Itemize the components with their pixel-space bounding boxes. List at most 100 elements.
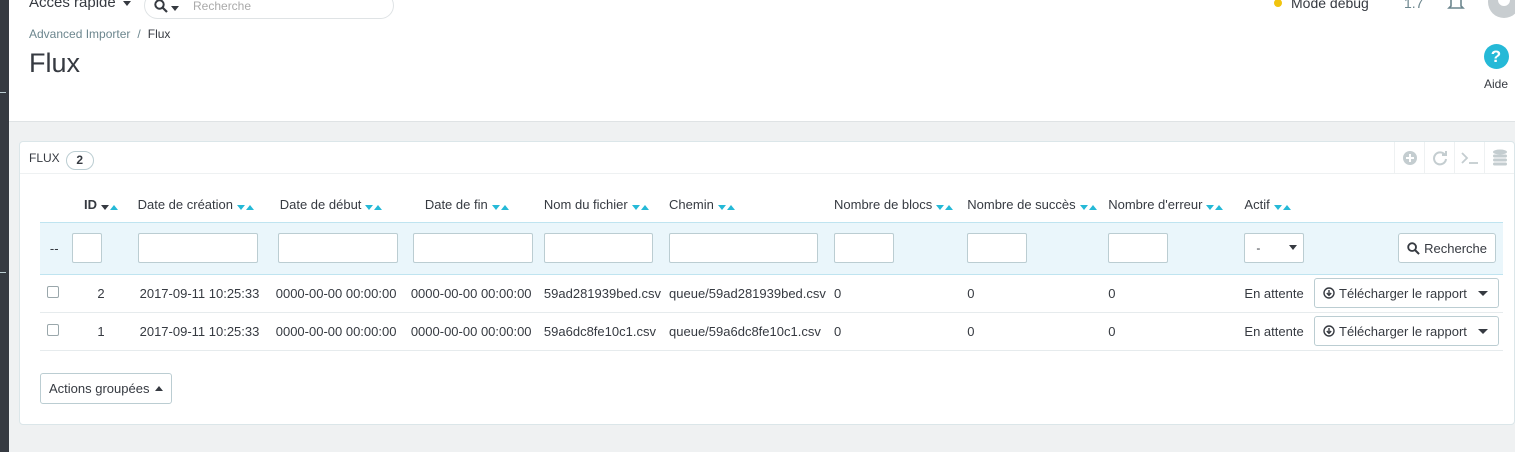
column-header-nom-fichier[interactable]: Nom du fichier [540,189,665,222]
caret-down-icon[interactable] [1478,329,1488,334]
sort-controls[interactable] [364,198,383,213]
column-header-nombre-succes[interactable]: Nombre de succès [963,189,1104,222]
sort-desc-icon[interactable] [237,205,246,211]
add-icon [1402,151,1417,165]
sort-controls[interactable] [631,198,649,213]
filter-id-input[interactable] [72,233,103,263]
bulk-actions-button[interactable]: Actions groupées [40,373,173,404]
filter-nombre-blocs-input[interactable] [834,233,894,263]
sidebar-tick [0,272,6,273]
sort-controls[interactable] [1205,198,1224,213]
column-header-nombre-blocs[interactable]: Nombre de blocs [830,189,963,222]
download-icon [1323,325,1335,337]
row-checkbox[interactable] [47,285,59,298]
sort-controls[interactable] [1079,198,1097,213]
sort-desc-icon[interactable] [1206,205,1215,211]
sort-desc-icon[interactable] [717,205,726,211]
caret-down-icon[interactable] [171,6,179,11]
sort-asc-icon[interactable] [945,205,954,211]
actions-header [1310,189,1503,222]
table-row: 1 2017-09-11 10:25:33 0000-00-00 00:00:0… [40,312,1503,351]
column-header-label: Date de création [137,197,234,213]
debug-mode-label: Mode debug [1291,0,1369,11]
breadcrumb: Advanced Importer / Flux [29,27,170,41]
column-header-date-creation[interactable]: Date de création [134,189,270,222]
sort-controls[interactable] [100,198,118,213]
table-row: 2 2017-09-11 10:25:33 0000-00-00 00:00:0… [40,274,1503,313]
filter-date-debut-input[interactable] [277,233,398,263]
filter-nombre-erreur-input[interactable] [1108,233,1169,263]
sort-controls[interactable] [491,198,509,213]
cell-start: 0000-00-00 00:00:00 [269,274,405,313]
sort-asc-icon[interactable] [726,205,735,211]
sort-desc-icon[interactable] [1273,205,1282,211]
cell-created: 2017-09-11 10:25:33 [133,274,270,313]
quick-access-menu[interactable]: Accès rapide [29,0,131,11]
sort-controls[interactable] [1273,198,1291,213]
add-new-button[interactable] [1394,142,1424,174]
sort-asc-icon[interactable] [110,205,118,211]
bell-icon[interactable] [1447,0,1465,12]
sort-desc-icon[interactable] [1079,205,1088,211]
caret-down-icon [1289,245,1298,250]
sidebar-tick [0,92,6,93]
sort-controls[interactable] [935,198,954,213]
export-button[interactable] [1484,142,1514,174]
filter-date-fin-input[interactable] [412,233,533,263]
help-button[interactable]: ? Aide [1477,44,1515,91]
caret-down-icon[interactable] [1478,291,1488,296]
sort-asc-icon[interactable] [500,205,509,211]
sort-desc-icon[interactable] [631,205,640,211]
top-bar: Accès rapide Mode debug 1.7 [9,0,1515,20]
filter-nom-fichier-input[interactable] [543,233,653,263]
sort-desc-icon[interactable] [365,205,374,211]
avatar[interactable] [1488,0,1515,18]
filter-actif-select[interactable]: - [1244,233,1305,263]
column-header-actif[interactable]: Actif [1240,189,1310,222]
filter-chemin-input[interactable] [669,233,819,263]
sort-controls[interactable] [717,198,735,213]
cell-id: 2 [68,274,134,313]
filter-date-creation-input[interactable] [137,233,258,263]
panel-title: FLUX 2 [29,151,94,170]
column-header-id[interactable]: ID [68,189,133,222]
header-search[interactable] [144,0,394,19]
download-report-label: Télécharger le rapport [1339,323,1467,339]
quick-access-label: Accès rapide [29,0,116,11]
breadcrumb-separator: / [137,27,141,41]
filter-search-label: Recherche [1424,240,1487,256]
column-header-date-fin[interactable]: Date de fin [405,189,540,222]
sort-asc-icon[interactable] [246,205,255,211]
sort-desc-icon[interactable] [101,205,109,211]
sort-asc-icon[interactable] [1282,205,1291,211]
search-icon [1407,241,1420,255]
flux-panel: FLUX 2 ID Date de création Date de début… [19,141,1515,425]
header-search-input[interactable] [193,0,383,15]
sort-desc-icon[interactable] [491,205,500,211]
breadcrumb-parent[interactable]: Advanced Importer [29,27,130,41]
column-header-label: Nombre de succès [967,197,1076,213]
sort-asc-icon[interactable] [1088,205,1097,211]
filter-row: -- - Recherche [40,221,1503,275]
sql-query-button[interactable] [1454,142,1484,174]
sort-asc-icon[interactable] [640,205,649,211]
column-header-date-debut[interactable]: Date de début [270,189,405,222]
sort-asc-icon[interactable] [374,205,383,211]
cell-path: queue/59a6dc8fe10c1.csv [665,312,830,351]
sort-desc-icon[interactable] [936,205,945,211]
refresh-button[interactable] [1424,142,1454,174]
search-icon[interactable] [154,0,168,13]
column-header-chemin[interactable]: Chemin [665,189,830,222]
sort-asc-icon[interactable] [1215,205,1224,211]
column-header-label: Nom du fichier [543,197,628,213]
column-header-nombre-erreur[interactable]: Nombre d'erreur [1104,189,1240,222]
filter-nombre-succes-input[interactable] [967,233,1028,263]
download-report-button[interactable]: Télécharger le rapport [1314,316,1499,346]
column-header-label: Chemin [669,197,714,213]
debug-mode-indicator[interactable]: Mode debug [1274,0,1369,11]
filter-search-button[interactable]: Recherche [1398,233,1496,263]
cell-start: 0000-00-00 00:00:00 [269,312,405,351]
download-report-button[interactable]: Télécharger le rapport [1314,278,1499,308]
sort-controls[interactable] [236,198,255,213]
row-checkbox[interactable] [47,323,59,336]
